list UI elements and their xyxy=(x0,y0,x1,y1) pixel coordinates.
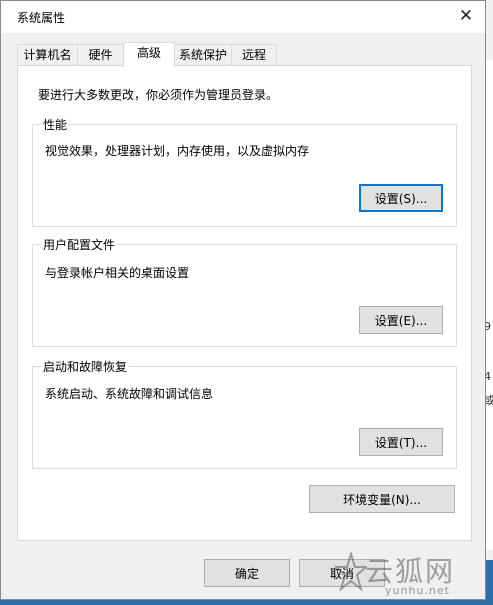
performance-group-title: 性能 xyxy=(41,116,70,133)
startup-recovery-settings-button[interactable]: 设置(T)... xyxy=(359,428,443,456)
close-button[interactable]: ✕ xyxy=(447,1,485,31)
star-icon xyxy=(335,552,367,592)
title-bar: 系统属性 ✕ xyxy=(1,1,485,33)
tab-advanced[interactable]: 高级 xyxy=(123,42,175,67)
user-profiles-description: 与登录帐户相关的桌面设置 xyxy=(45,266,190,280)
tab-computer-name[interactable]: 计算机名 xyxy=(17,44,78,66)
system-properties-dialog: 系统属性 ✕ 计算机名 硬件 高级 系统保护 远程 要进行大多数更改，你必须作为… xyxy=(0,0,486,600)
environment-variables-button[interactable]: 环境变量(N)... xyxy=(309,485,455,513)
ok-button[interactable]: 确定 xyxy=(204,559,290,587)
user-profiles-group: 用户配置文件 与登录帐户相关的桌面设置 设置(E)... xyxy=(32,236,457,347)
performance-group: 性能 视觉效果，处理器计划，内存使用，以及虚拟内存 设置(S)... xyxy=(32,116,457,227)
window-title: 系统属性 xyxy=(17,11,66,25)
watermark-logo: 云狐网 yunhu.net xyxy=(335,548,485,600)
performance-description: 视觉效果，处理器计划，内存使用，以及虚拟内存 xyxy=(45,144,310,158)
startup-recovery-group: 启动和故障恢复 系统启动、系统故障和调试信息 设置(T)... xyxy=(32,358,457,469)
admin-notice: 要进行大多数更改，你必须作为管理员登录。 xyxy=(38,88,279,102)
advanced-tab-panel: 要进行大多数更改，你必须作为管理员登录。 性能 视觉效果，处理器计划，内存使用，… xyxy=(17,65,472,541)
user-profiles-settings-button[interactable]: 设置(E)... xyxy=(359,306,443,334)
tab-remote[interactable]: 远程 xyxy=(231,44,277,66)
tab-system-protection[interactable]: 系统保护 xyxy=(174,44,232,66)
user-profiles-group-title: 用户配置文件 xyxy=(41,236,118,253)
watermark-subtext: yunhu.net xyxy=(385,584,450,597)
tab-hardware[interactable]: 硬件 xyxy=(77,44,124,66)
startup-recovery-group-title: 启动和故障恢复 xyxy=(41,358,130,375)
performance-settings-button[interactable]: 设置(S)... xyxy=(359,184,443,212)
startup-recovery-description: 系统启动、系统故障和调试信息 xyxy=(45,387,214,401)
close-icon: ✕ xyxy=(458,6,474,26)
